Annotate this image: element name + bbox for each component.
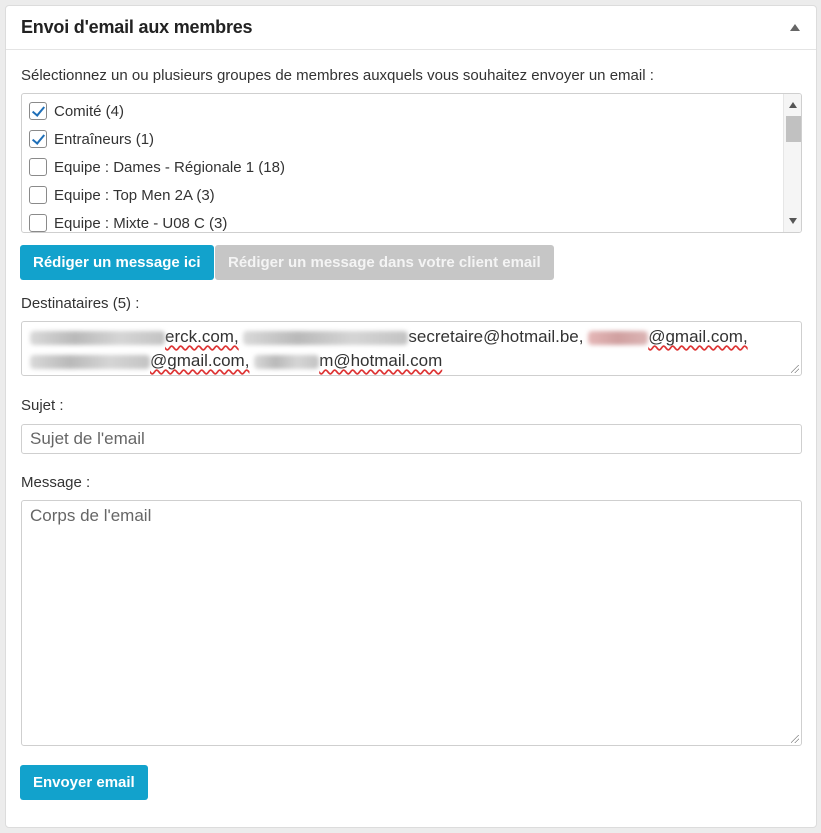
panel-title: Envoi d'email aux membres (21, 17, 253, 37)
group-item-dames-regionale[interactable]: Equipe : Dames - Régionale 1 (18) (29, 155, 285, 179)
list-scrollbar[interactable] (783, 94, 801, 232)
redacted-email (243, 330, 409, 345)
group-label: Comité (4) (54, 102, 125, 120)
scroll-down-icon[interactable] (789, 218, 797, 224)
caret-up-icon[interactable] (790, 24, 800, 31)
checkbox[interactable] (29, 186, 47, 204)
resize-grip-icon[interactable] (791, 735, 799, 743)
checkbox-checked[interactable] (29, 130, 47, 148)
compose-client-button[interactable]: Rédiger un message dans votre client ema… (215, 245, 554, 280)
recipients-field[interactable]: erck.com, secretaire@hotmail.be, @gmail.… (21, 321, 802, 376)
group-item-top-men[interactable]: Equipe : Top Men 2A (3) (29, 183, 215, 207)
message-label: Message : (21, 474, 91, 491)
message-placeholder: Corps de l'email (30, 506, 152, 525)
recipient-fragment: m@hotmail.com (319, 351, 443, 370)
recipient-fragment: erck.com, (165, 327, 239, 346)
redacted-email (254, 354, 320, 369)
recipient-fragment: @gmail.com, (648, 327, 748, 346)
subject-input[interactable]: Sujet de l'email (21, 424, 802, 454)
recipients-label: Destinataires (5) : (21, 295, 140, 312)
panel-header: Envoi d'email aux membres (6, 6, 816, 50)
message-textarea[interactable]: Corps de l'email (21, 500, 802, 746)
subject-placeholder: Sujet de l'email (30, 429, 145, 448)
recipient-fragment: @gmail.com, (150, 351, 250, 370)
resize-grip-icon[interactable] (791, 365, 799, 373)
group-item-entraineurs[interactable]: Entraîneurs (1) (29, 127, 154, 151)
send-email-button[interactable]: Envoyer email (20, 765, 148, 800)
groups-instruction: Sélectionnez un ou plusieurs groupes de … (21, 67, 654, 84)
checkbox-checked[interactable] (29, 102, 47, 120)
compose-here-button[interactable]: Rédiger un message ici (20, 245, 214, 280)
group-label: Equipe : Mixte - U08 C (3) (54, 214, 228, 232)
subject-label: Sujet : (21, 397, 64, 414)
group-item-comite[interactable]: Comité (4) (29, 99, 124, 123)
email-members-panel: Envoi d'email aux membres Sélectionnez u… (5, 5, 817, 828)
redacted-email (30, 354, 150, 369)
group-label: Equipe : Dames - Régionale 1 (18) (54, 158, 285, 176)
group-item-mixte-u08[interactable]: Equipe : Mixte - U08 C (3) (29, 211, 228, 232)
group-label: Entraîneurs (1) (54, 130, 155, 148)
recipient-fragment: secretaire@hotmail.be, (408, 327, 584, 346)
checkbox[interactable] (29, 214, 47, 232)
checkbox[interactable] (29, 158, 47, 176)
redacted-email (588, 330, 649, 345)
recipients-text: erck.com, secretaire@hotmail.be, @gmail.… (22, 322, 801, 376)
group-list: Comité (4) Entraîneurs (1) Equipe : Dame… (21, 93, 802, 233)
group-label: Equipe : Top Men 2A (3) (54, 186, 215, 204)
scroll-thumb[interactable] (786, 116, 801, 142)
redacted-email (30, 330, 165, 345)
scroll-up-icon[interactable] (789, 102, 797, 108)
